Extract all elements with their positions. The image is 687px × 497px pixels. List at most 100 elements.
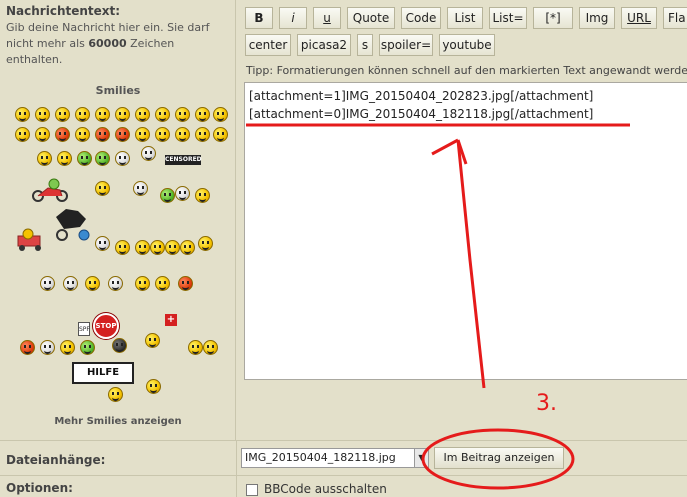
message-help-text: Gib deine Nachricht hier ein. Sie darf n…: [6, 21, 210, 66]
list-item-button[interactable]: [*]: [533, 7, 573, 29]
message-label: Nachrichtentext:: [6, 4, 121, 18]
motorbike-smiley-icon[interactable]: [30, 178, 70, 202]
smiley-glasses-icon[interactable]: [180, 240, 195, 255]
smiley-angry-icon[interactable]: [55, 127, 70, 142]
bold-button[interactable]: B: [245, 7, 273, 29]
strike-button[interactable]: s: [357, 34, 373, 56]
smiley-sad-icon[interactable]: [195, 188, 210, 203]
swiss-flag-icon[interactable]: +: [165, 314, 177, 326]
more-smilies-link[interactable]: Mehr Smilies anzeigen: [0, 416, 236, 427]
code-button[interactable]: Code: [401, 7, 441, 29]
spf-sign-icon[interactable]: SPF: [78, 322, 90, 336]
smiley-icon[interactable]: [80, 340, 95, 355]
underline-button[interactable]: u: [313, 7, 341, 29]
url-button[interactable]: URL: [621, 7, 657, 29]
youtube-button[interactable]: youtube: [439, 34, 495, 56]
smiley-icon[interactable]: [57, 151, 72, 166]
smiley-icon[interactable]: [115, 107, 130, 122]
biker-smiley-icon[interactable]: [52, 207, 92, 243]
smiley-icon[interactable]: [15, 107, 30, 122]
smiley-icon[interactable]: [75, 127, 90, 142]
smiley-grin-icon[interactable]: [95, 151, 110, 166]
smiley-icon[interactable]: [160, 188, 175, 203]
smiley-icon[interactable]: [85, 276, 100, 291]
smiley-icon[interactable]: [203, 340, 218, 355]
smiley-thumb-icon[interactable]: [188, 340, 203, 355]
smiley-sick-icon[interactable]: [77, 151, 92, 166]
smiley-pc-icon[interactable]: [95, 181, 110, 196]
smiley-icon[interactable]: [135, 127, 150, 142]
smiley-hands-icon[interactable]: [141, 146, 156, 161]
smiley-glasses-icon[interactable]: [135, 240, 150, 255]
smiley-icon[interactable]: [155, 127, 170, 142]
stop-sign-icon[interactable]: STOP: [93, 313, 119, 339]
spoiler-button[interactable]: spoiler=: [379, 34, 433, 56]
center-button[interactable]: center: [245, 34, 291, 56]
smiley-mad-icon[interactable]: [95, 127, 110, 142]
smiley-blink-icon[interactable]: [146, 379, 161, 394]
smiley-icon[interactable]: [20, 340, 35, 355]
attachment-select[interactable]: IMG_20150404_182118.jpg ▼: [241, 448, 429, 468]
smiley-icon[interactable]: [108, 387, 123, 402]
smilies-title: Smilies: [95, 84, 141, 97]
attachments-label: Dateianhänge:: [6, 453, 106, 467]
message-textarea[interactable]: [attachment=1]IMG_20150404_202823.jpg[/a…: [244, 82, 687, 380]
smiley-sleep-icon[interactable]: [108, 276, 123, 291]
smiley-sign-icon[interactable]: [198, 236, 213, 251]
smiley-icon[interactable]: [135, 107, 150, 122]
smiley-icon[interactable]: [213, 107, 228, 122]
smiley-icon[interactable]: [75, 107, 90, 122]
insert-in-post-button[interactable]: Im Beitrag anzeigen: [434, 447, 564, 469]
smiley-icon[interactable]: [60, 340, 75, 355]
smiley-glasses-icon[interactable]: [165, 240, 180, 255]
smiley-icon[interactable]: [213, 127, 228, 142]
list-ordered-button[interactable]: List=: [489, 7, 527, 29]
quote-button[interactable]: Quote: [347, 7, 395, 29]
smiley-icon[interactable]: [175, 107, 190, 122]
smiley-angel-icon[interactable]: [133, 181, 148, 196]
list-button[interactable]: List: [447, 7, 483, 29]
smiley-icon[interactable]: [135, 276, 150, 291]
smiley-icon[interactable]: [155, 107, 170, 122]
smiley-icon[interactable]: [115, 240, 130, 255]
smiley-icon[interactable]: [145, 333, 160, 348]
smiley-devil-icon[interactable]: [178, 276, 193, 291]
attachment-selected-value: IMG_20150404_182118.jpg: [245, 451, 396, 464]
flash-button[interactable]: Fla: [663, 7, 687, 29]
italic-button[interactable]: i: [279, 7, 307, 29]
smiley-ninja-icon[interactable]: [112, 338, 127, 353]
editor-line: [attachment=0]IMG_20150404_182118.jpg[/a…: [249, 107, 594, 121]
hilfe-sign-icon[interactable]: HILFE: [72, 362, 134, 384]
smiley-icon[interactable]: [95, 236, 110, 251]
smiley-question-icon[interactable]: [195, 127, 210, 142]
smiley-evil-icon[interactable]: [115, 127, 130, 142]
censored-sign-icon[interactable]: CENSORED: [165, 155, 202, 165]
disable-bbcode-label: BBCode ausschalten: [264, 482, 387, 496]
smiley-glasses-icon[interactable]: [150, 240, 165, 255]
column-divider: [236, 440, 237, 497]
smiley-icon[interactable]: [95, 107, 110, 122]
disable-bbcode-checkbox[interactable]: [246, 484, 258, 496]
smiley-wave-icon[interactable]: [175, 186, 190, 201]
smiley-exclaim-icon[interactable]: [175, 127, 190, 142]
chevron-down-icon[interactable]: ▼: [414, 449, 428, 467]
smiley-cool-icon[interactable]: [55, 107, 70, 122]
smiley-icon[interactable]: [15, 127, 30, 142]
smiley-icon[interactable]: [195, 107, 210, 122]
smiley-grin-white-icon[interactable]: [115, 151, 130, 166]
editor-panel: B i u Quote Code List List= [*] Img URL …: [237, 0, 687, 440]
smiley-icon[interactable]: [155, 276, 170, 291]
quad-smiley-icon[interactable]: [14, 228, 46, 252]
attachments-row: Dateianhänge: IMG_20150404_182118.jpg ▼ …: [0, 440, 687, 476]
smiley-grin-icon[interactable]: [63, 276, 78, 291]
message-sidebar: Nachrichtentext: Gib deine Nachricht hie…: [0, 0, 236, 440]
img-button[interactable]: Img: [579, 7, 615, 29]
smiley-arrow-icon[interactable]: [37, 151, 52, 166]
smiley-icon[interactable]: [40, 276, 55, 291]
picasa2-button[interactable]: picasa2: [297, 34, 351, 56]
smiley-icon[interactable]: [35, 127, 50, 142]
smiley-icon[interactable]: [40, 340, 55, 355]
options-label: Optionen:: [6, 481, 73, 495]
step-number-annotation: 3.: [536, 391, 557, 416]
smiley-icon[interactable]: [35, 107, 50, 122]
